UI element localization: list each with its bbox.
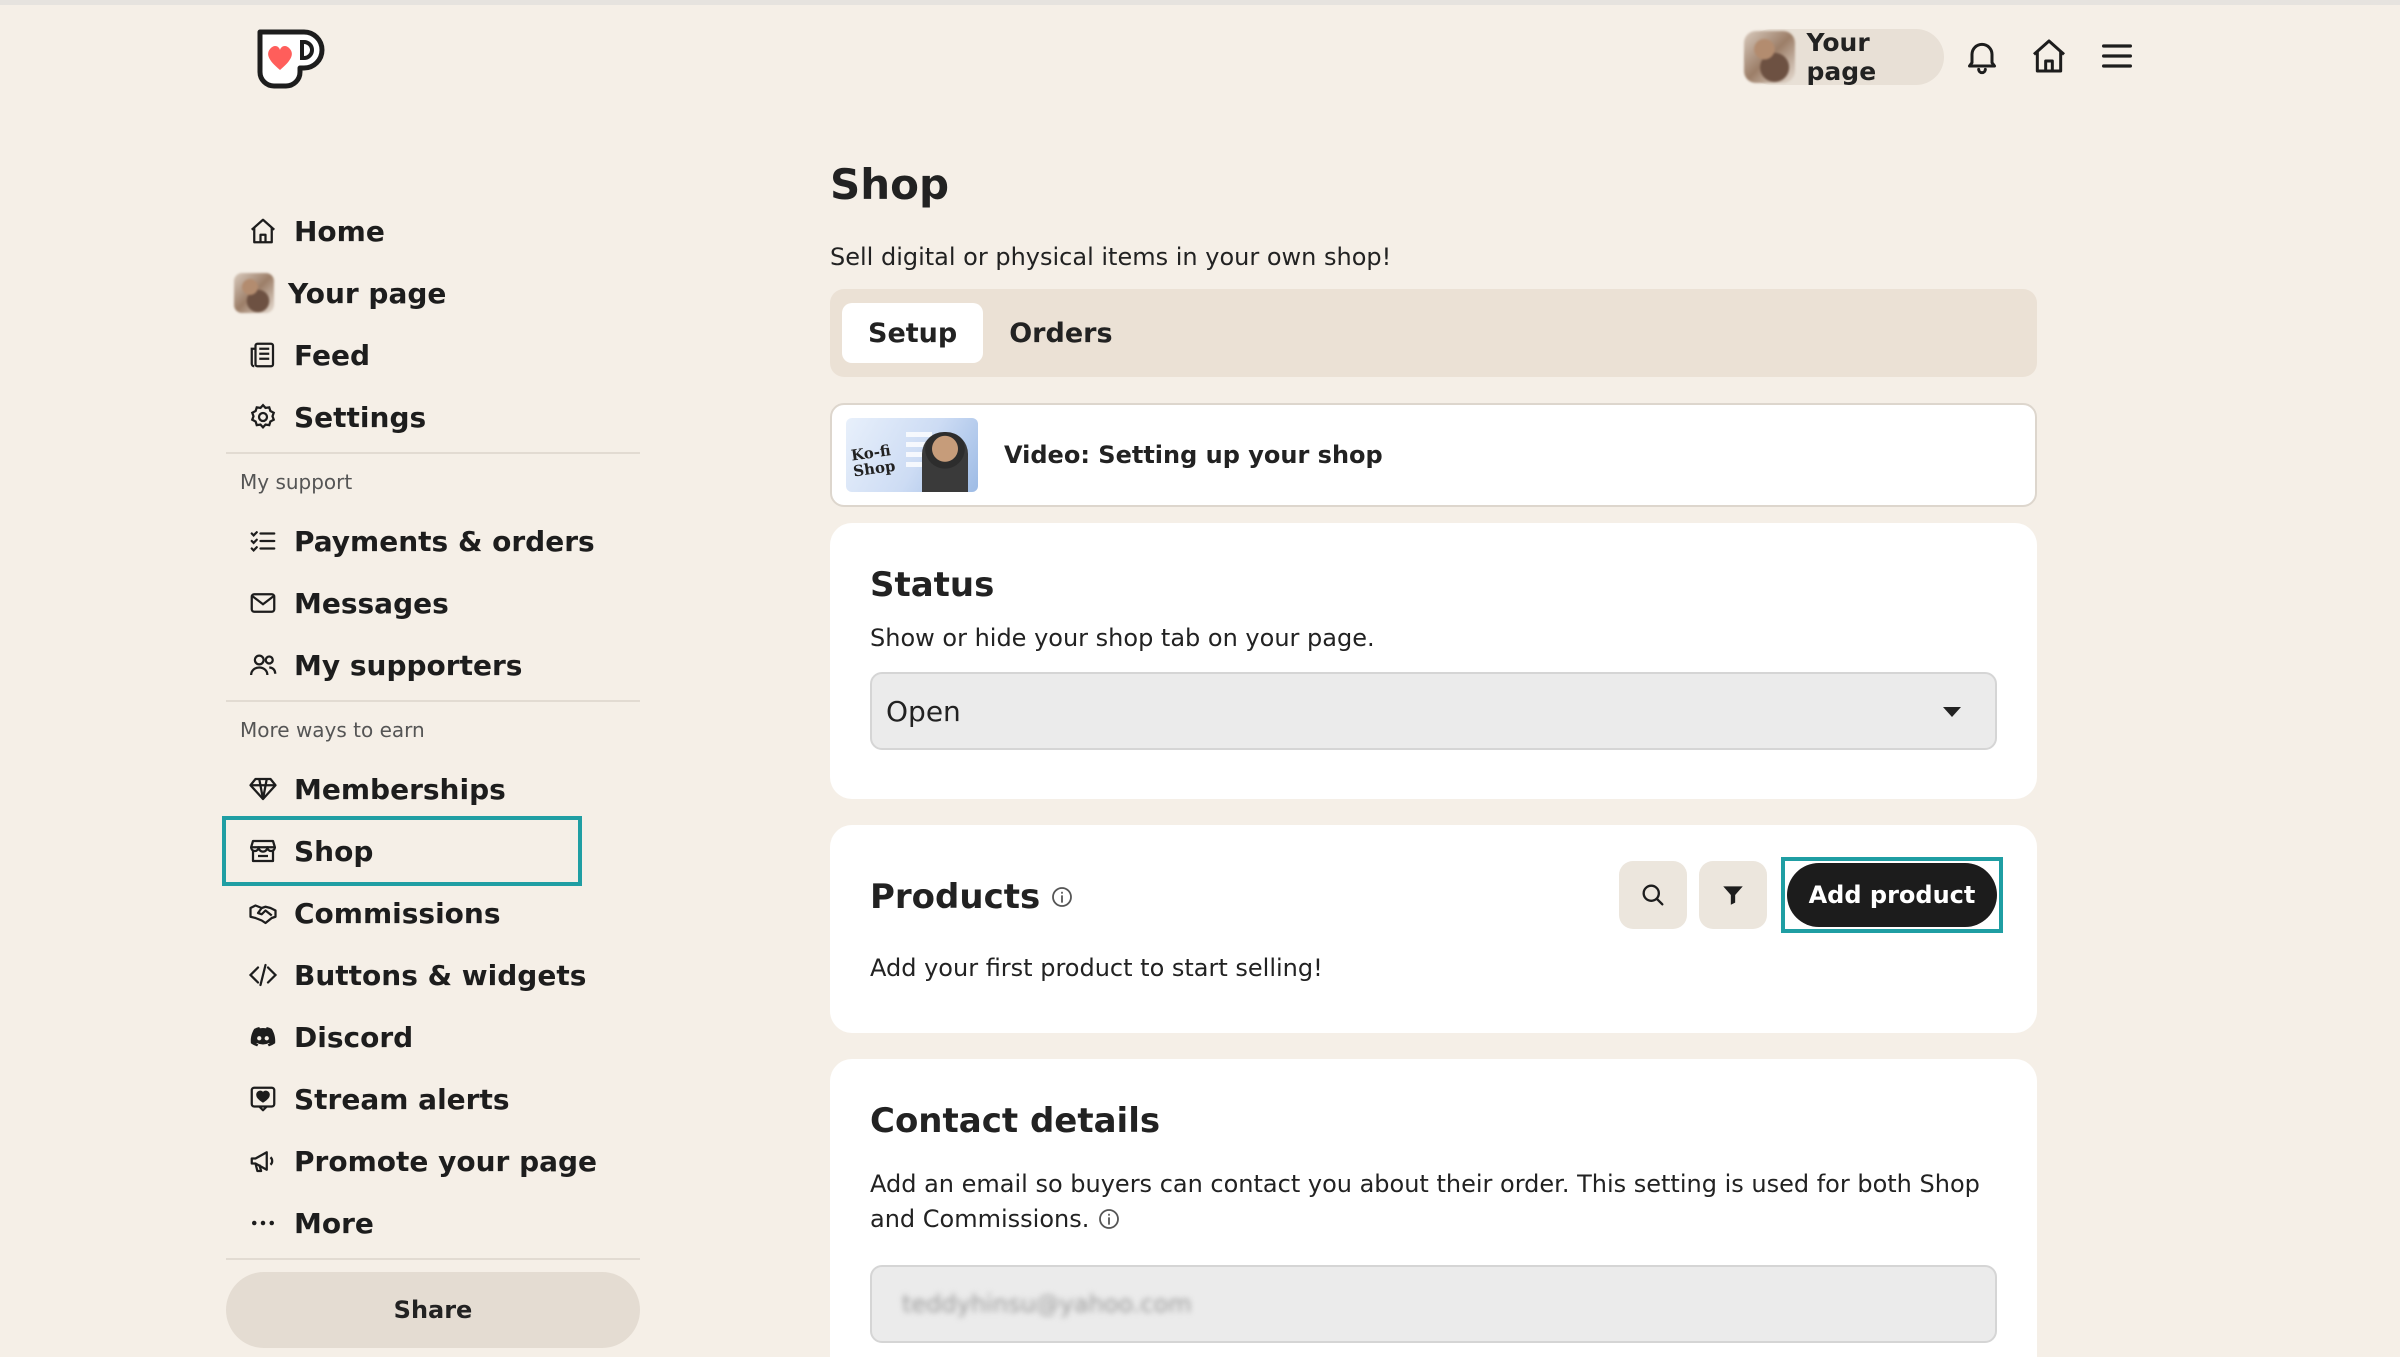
code-icon bbox=[246, 958, 280, 992]
sidebar-item-home[interactable]: Home bbox=[226, 200, 640, 262]
sidebar-item-your-page[interactable]: Your page bbox=[226, 262, 640, 324]
sidebar-item-memberships[interactable]: Memberships bbox=[226, 758, 640, 820]
contact-description: Add an email so buyers can contact you a… bbox=[870, 1167, 1997, 1237]
filter-icon bbox=[1723, 886, 1743, 905]
diamond-icon bbox=[246, 772, 280, 806]
status-card: Status Show or hide your shop tab on you… bbox=[830, 523, 2037, 799]
tab-setup[interactable]: Setup bbox=[842, 303, 984, 363]
sidebar-item-my-supporters[interactable]: My supporters bbox=[226, 634, 640, 696]
tab-bar: Setup Orders bbox=[830, 289, 2037, 377]
video-card[interactable]: Ko-fi Shop Video: Setting up your shop bbox=[830, 403, 2037, 507]
list-check-icon bbox=[246, 524, 280, 558]
caret-down-icon bbox=[1943, 707, 1961, 717]
sidebar-item-label: More bbox=[294, 1206, 374, 1240]
search-icon bbox=[1642, 884, 1664, 906]
sidebar-item-label: Feed bbox=[294, 338, 371, 372]
bell-icon[interactable] bbox=[1962, 36, 2002, 76]
sidebar-item-feed[interactable]: Feed bbox=[226, 324, 640, 386]
thumbnail-person bbox=[922, 432, 968, 492]
sidebar-item-label: Stream alerts bbox=[294, 1082, 510, 1116]
sidebar-item-buttons-widgets[interactable]: Buttons & widgets bbox=[226, 944, 640, 1006]
feed-icon bbox=[246, 338, 280, 372]
status-description: Show or hide your shop tab on your page. bbox=[870, 624, 1375, 652]
sidebar-item-payments-orders[interactable]: Payments & orders bbox=[226, 510, 640, 572]
page-subtitle: Sell digital or physical items in your o… bbox=[830, 243, 1392, 271]
sidebar-item-more[interactable]: More bbox=[226, 1192, 640, 1254]
gear-icon bbox=[246, 400, 280, 434]
sidebar-item-label: Discord bbox=[294, 1020, 414, 1054]
products-actions: Add product bbox=[1619, 857, 2003, 933]
sidebar-item-label: Shop bbox=[294, 834, 374, 868]
top-border bbox=[0, 0, 2400, 5]
products-card: Products Add product Add your first prod… bbox=[830, 825, 2037, 1033]
products-empty-text: Add your first product to start selling! bbox=[870, 954, 1323, 982]
ellipsis-icon bbox=[246, 1206, 280, 1240]
sidebar-item-label: Payments & orders bbox=[294, 524, 595, 558]
email-field[interactable]: teddyhinsu@yahoo.com bbox=[870, 1265, 1997, 1343]
sidebar-item-promote[interactable]: Promote your page bbox=[226, 1130, 640, 1192]
sidebar-item-messages[interactable]: Messages bbox=[226, 572, 640, 634]
sidebar-item-label: Home bbox=[294, 214, 385, 248]
video-thumbnail: Ko-fi Shop bbox=[846, 418, 978, 492]
sidebar-item-label: My supporters bbox=[294, 648, 523, 682]
sidebar-item-label: Promote your page bbox=[294, 1144, 598, 1178]
users-icon bbox=[246, 648, 280, 682]
main-content: Shop Sell digital or physical items in y… bbox=[830, 160, 2037, 1357]
sidebar: Home Your page Feed Settings My support … bbox=[222, 200, 640, 1348]
home-icon bbox=[246, 214, 280, 248]
section-label-support: My support bbox=[240, 470, 353, 494]
video-title: Video: Setting up your shop bbox=[1004, 441, 1383, 469]
avatar bbox=[234, 273, 274, 313]
status-heading: Status bbox=[870, 565, 995, 605]
sidebar-item-label: Settings bbox=[294, 400, 427, 434]
info-icon[interactable] bbox=[1050, 885, 1074, 909]
section-label-earn: More ways to earn bbox=[240, 718, 425, 742]
sidebar-item-label: Buttons & widgets bbox=[294, 958, 587, 992]
contact-description-text: Add an email so buyers can contact you a… bbox=[870, 1170, 1980, 1233]
sidebar-item-label: Commissions bbox=[294, 896, 501, 930]
your-page-label: Your page bbox=[1806, 28, 1877, 86]
filter-button[interactable] bbox=[1699, 861, 1767, 929]
megaphone-icon bbox=[246, 1144, 280, 1178]
menu-icon[interactable] bbox=[2097, 36, 2137, 76]
sidebar-item-label: Memberships bbox=[294, 772, 506, 806]
contact-card: Contact details Add an email so buyers c… bbox=[830, 1059, 2037, 1357]
sidebar-item-settings[interactable]: Settings bbox=[226, 386, 640, 448]
status-select[interactable]: Open bbox=[870, 672, 1997, 750]
add-product-button[interactable]: Add product bbox=[1787, 863, 1997, 927]
sidebar-item-shop[interactable]: Shop bbox=[222, 816, 582, 886]
sidebar-item-label: Your page bbox=[288, 276, 447, 310]
sidebar-item-commissions[interactable]: Commissions bbox=[226, 882, 640, 944]
store-icon bbox=[246, 834, 280, 868]
tab-orders[interactable]: Orders bbox=[983, 303, 1138, 363]
status-select-value: Open bbox=[886, 694, 961, 728]
sidebar-item-stream-alerts[interactable]: Stream alerts bbox=[226, 1068, 640, 1130]
page-title: Shop bbox=[830, 160, 950, 209]
sidebar-item-label: Messages bbox=[294, 586, 449, 620]
divider bbox=[226, 1258, 640, 1260]
home-icon[interactable] bbox=[2029, 36, 2069, 76]
sidebar-item-discord[interactable]: Discord bbox=[226, 1006, 640, 1068]
handshake-icon bbox=[246, 896, 280, 930]
your-page-button[interactable]: Your page bbox=[1744, 28, 1944, 86]
products-heading: Products bbox=[870, 877, 1041, 917]
contact-heading: Contact details bbox=[870, 1101, 1161, 1141]
email-value: teddyhinsu@yahoo.com bbox=[902, 1290, 1192, 1318]
share-button[interactable]: Share bbox=[226, 1272, 640, 1348]
search-button[interactable] bbox=[1619, 861, 1687, 929]
envelope-icon bbox=[246, 586, 280, 620]
discord-icon bbox=[246, 1020, 280, 1054]
alert-icon bbox=[246, 1082, 280, 1116]
info-icon[interactable] bbox=[1097, 1207, 1121, 1231]
video-thumbnail-text: Ko-fi Shop bbox=[849, 441, 897, 481]
avatar bbox=[1744, 31, 1795, 83]
header-actions: Your page bbox=[0, 26, 2400, 86]
add-product-highlight: Add product bbox=[1781, 857, 2003, 933]
